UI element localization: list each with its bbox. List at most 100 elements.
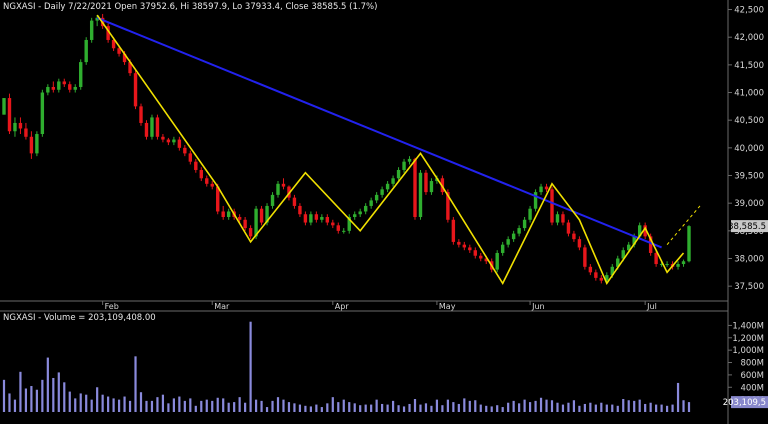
volume-bar [485,405,488,412]
candle-body [35,134,39,154]
volume-bar [222,398,225,412]
volume-bar [161,394,165,412]
candle-body [358,211,362,215]
volume-bar [249,321,252,412]
candle-body [522,219,527,229]
volume-bar [8,393,11,412]
candle-body [342,230,346,232]
volume-bar [41,379,44,412]
volume-bar [315,404,318,412]
volume-bar [128,400,132,412]
volume-bar [287,402,291,412]
stock-chart[interactable]: 37,50038,00038,50039,00039,50040,00040,5… [0,0,768,424]
volume-bar [134,356,137,412]
candle-body [544,186,549,190]
candle-body [216,186,220,212]
candle-body [336,225,340,231]
candle-body [599,277,604,281]
last-volume-label: 203,109,5 [723,398,766,408]
volume-bar [512,400,515,412]
volume-bar [518,403,521,412]
volume-bar [112,398,115,412]
candle-body [687,226,691,262]
volume-bar [233,402,236,412]
y-tick-label: 39,000 [734,199,764,209]
candle-body [363,205,368,212]
candle-body [665,264,669,266]
volume-bar [605,404,608,412]
candle-body [320,217,324,220]
candle-body [303,214,308,223]
volume-bar [479,404,482,412]
volume-bar [2,379,6,412]
volume-bar [644,403,647,412]
candle-body [51,86,56,90]
y-tick-label: 40,500 [734,116,764,126]
volume-bar [13,399,17,412]
y-tick-label: 42,500 [734,6,764,16]
candle-body [46,86,50,93]
volume-bar [265,407,269,412]
volume-bar [665,405,669,412]
volume-bar [413,399,417,412]
y-tick-label: 41,000 [734,89,764,99]
volume-bar [260,400,263,412]
candle-body [18,122,23,129]
volume-bar [117,399,121,412]
volume-bar [638,399,641,412]
candle-body [155,117,160,137]
volume-y-tick-label: 600M [740,371,764,381]
volume-bar [523,399,526,412]
volume-bar [227,402,230,412]
volume-bar [74,398,77,412]
candle-body [511,233,516,240]
candle-body [572,233,576,240]
volume-bar [172,398,175,412]
candle-body [177,139,182,148]
volume-y-tick-label: 1,000M [732,346,764,356]
volume-bar [682,400,685,412]
candle-body [57,81,61,90]
volume-bar [622,399,625,412]
volume-bar [435,399,439,412]
candle-body [418,172,423,218]
volume-bar [616,405,619,412]
volume-bar [150,400,154,412]
y-tick-label: 41,500 [734,61,764,71]
candle-body [380,189,384,195]
volume-y-tick-label: 1,400M [732,321,764,331]
candle-body [210,183,214,187]
volume-bar [594,404,597,412]
volume-bar [309,406,312,412]
volume-bar [68,391,71,412]
candle-body [281,183,286,187]
volume-bar [293,403,296,412]
candle-body [68,84,72,90]
volume-bar [342,399,345,412]
volume-bar [545,399,548,412]
y-tick-label: 40,000 [734,144,764,154]
candle-body [473,250,477,256]
volume-bar [660,404,663,412]
candle-body [2,98,6,115]
candle-body [188,153,193,162]
volume-bar [424,403,428,412]
volume-bar [57,372,60,412]
volume-bar [375,399,378,412]
volume-bar [589,402,592,412]
volume-y-tick-label: 800M [740,359,764,369]
volume-bar [676,382,680,412]
candle-body [133,73,138,107]
volume-bar [123,396,126,412]
candle-body [402,161,406,170]
volume-chart-header: NGXASI - Volume = 203,109,408.00 [3,313,156,323]
volume-bar [298,404,302,412]
candle-body [396,169,401,179]
volume-bar [35,389,38,412]
volume-bar [391,400,395,412]
candle-body [331,222,335,226]
volume-bar [583,403,586,412]
volume-bar [194,405,197,412]
volume-bar [101,394,104,412]
candle-body [676,264,680,267]
